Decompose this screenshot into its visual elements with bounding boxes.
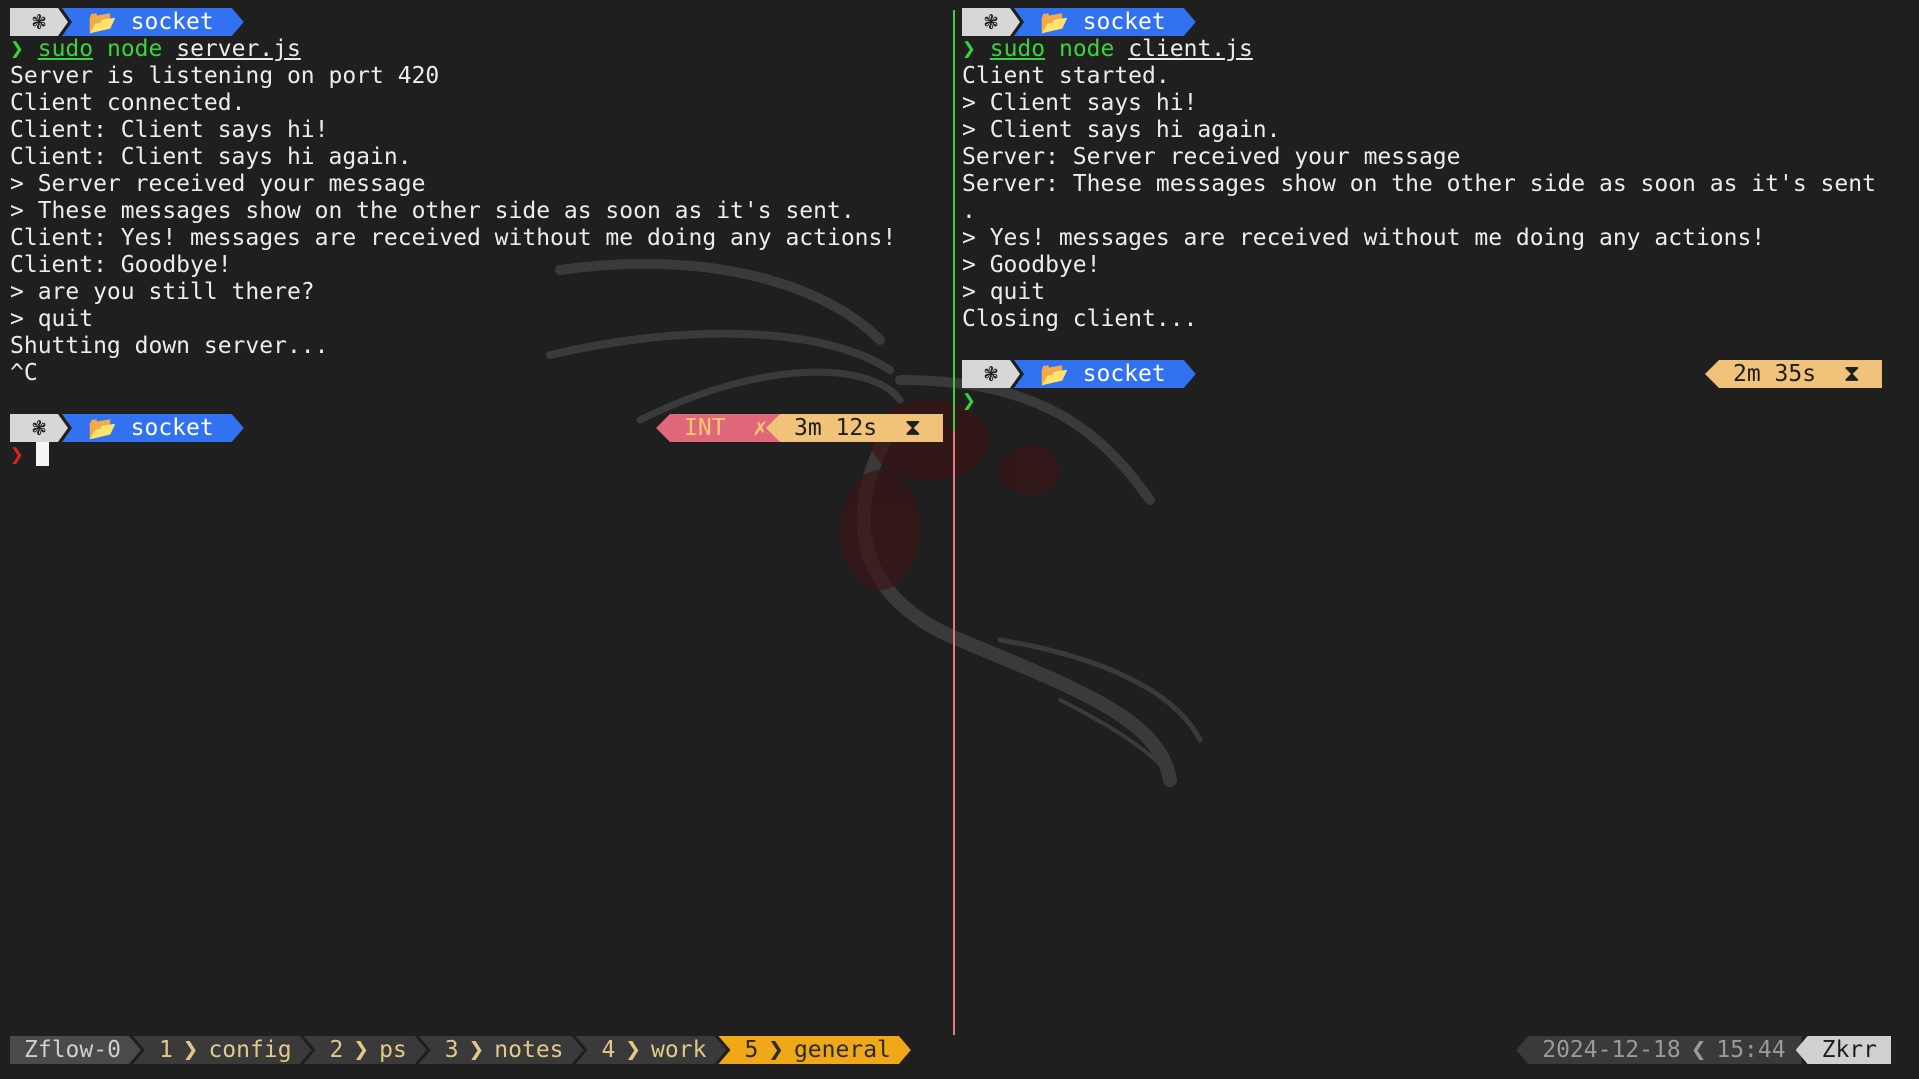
- output-line: > quit: [10, 306, 94, 332]
- tmux-status-bar: Zflow-0 1 ❯ config 2 ❯ ps 3 ❯ notes 4 ❯ work 5 ❯ g…: [10, 1036, 911, 1064]
- output-line: > These messages show on the other side …: [10, 198, 855, 224]
- text-cursor: [35, 442, 49, 466]
- directory-segment: 📂 socket: [1014, 360, 1196, 388]
- directory-segment: 📂 socket: [1014, 8, 1196, 36]
- window-tab-notes[interactable]: 3 ❯ notes: [419, 1036, 584, 1064]
- output-line: Server is listening on port 420: [10, 63, 440, 89]
- duration-badge: 3m 12s ⧗: [766, 414, 943, 442]
- user-name: Zkrr: [1795, 1036, 1891, 1064]
- output-line: > quit: [962, 279, 1046, 305]
- exit-status-badge: INT ✗: [656, 414, 782, 442]
- output-line: > Client says hi!: [962, 90, 1198, 116]
- output-line: Client connected.: [10, 90, 246, 116]
- directory-segment: 📂 socket: [62, 414, 244, 442]
- window-tab-ps[interactable]: 2 ❯ ps: [304, 1036, 427, 1064]
- input-prompt[interactable]: ❯: [962, 388, 976, 415]
- os-icon: ❃: [10, 414, 68, 442]
- directory-name: socket: [1082, 361, 1166, 387]
- directory-name: socket: [130, 415, 214, 441]
- output-line: > Yes! messages are received without me …: [962, 225, 1766, 251]
- input-prompt[interactable]: ❯: [10, 442, 49, 469]
- output-line: Server: Server received your message: [962, 144, 1461, 170]
- directory-name: socket: [1082, 9, 1166, 35]
- output-line: > Client says hi again.: [962, 117, 1281, 143]
- folder-icon: 📂: [1040, 9, 1069, 36]
- folder-icon: 📂: [88, 415, 117, 442]
- output-line: Server: These messages show on the other…: [962, 171, 1876, 197]
- os-icon: ❃: [962, 360, 1020, 388]
- prompt-header: ❃ 📂 socket: [962, 8, 1196, 36]
- hourglass-icon: ⧗: [1843, 361, 1860, 387]
- hourglass-icon: ⧗: [904, 415, 921, 441]
- prompt-chevron-icon: ❯: [962, 388, 976, 414]
- output-line: Client: Yes! messages are received witho…: [10, 225, 897, 251]
- status-right: 2024-12-18 ❮ 15:44 Zkrr: [1516, 1036, 1891, 1064]
- folder-icon: 📂: [88, 9, 117, 36]
- output-line: > Server received your message: [10, 171, 426, 197]
- window-tab-general[interactable]: 5 ❯ general: [718, 1036, 910, 1064]
- output-line: .: [962, 198, 976, 224]
- folder-icon: 📂: [1040, 361, 1069, 388]
- os-icon: ❃: [10, 8, 68, 36]
- output-line: Closing client...: [962, 306, 1198, 332]
- output-line: Client: Client says hi!: [10, 117, 329, 143]
- duration-badge: 2m 35s ⧗: [1705, 360, 1882, 388]
- directory-segment: 📂 socket: [62, 8, 244, 36]
- prompt-header: ❃ 📂 socket: [10, 414, 244, 442]
- pane-divider[interactable]: [953, 10, 955, 1035]
- output-line: Client: Goodbye!: [10, 252, 232, 278]
- prompt-header: ❃ 📂 socket: [962, 360, 1196, 388]
- output-line: > are you still there?: [10, 279, 315, 305]
- output-line: Shutting down server...: [10, 333, 329, 359]
- window-tab-config[interactable]: 1 ❯ config: [133, 1036, 312, 1064]
- cross-icon: ✗: [753, 415, 768, 441]
- prompt-header: ❃ 📂 socket: [10, 8, 244, 36]
- output-line: > Goodbye!: [962, 252, 1101, 278]
- command-line: ❯ sudo node client.js: [962, 36, 1253, 62]
- command-line: ❯ sudo node server.js: [10, 36, 301, 62]
- output-line: ^C: [10, 360, 38, 386]
- output-line: Client started.: [962, 63, 1170, 89]
- session-name[interactable]: Zflow-0: [10, 1036, 141, 1064]
- prompt-chevron-icon: ❯: [10, 442, 24, 468]
- os-icon: ❃: [962, 8, 1020, 36]
- window-tab-work[interactable]: 4 ❯ work: [576, 1036, 727, 1064]
- output-line: Client: Client says hi again.: [10, 144, 412, 170]
- directory-name: socket: [130, 9, 214, 35]
- date-time: 2024-12-18 ❮ 15:44: [1516, 1036, 1802, 1064]
